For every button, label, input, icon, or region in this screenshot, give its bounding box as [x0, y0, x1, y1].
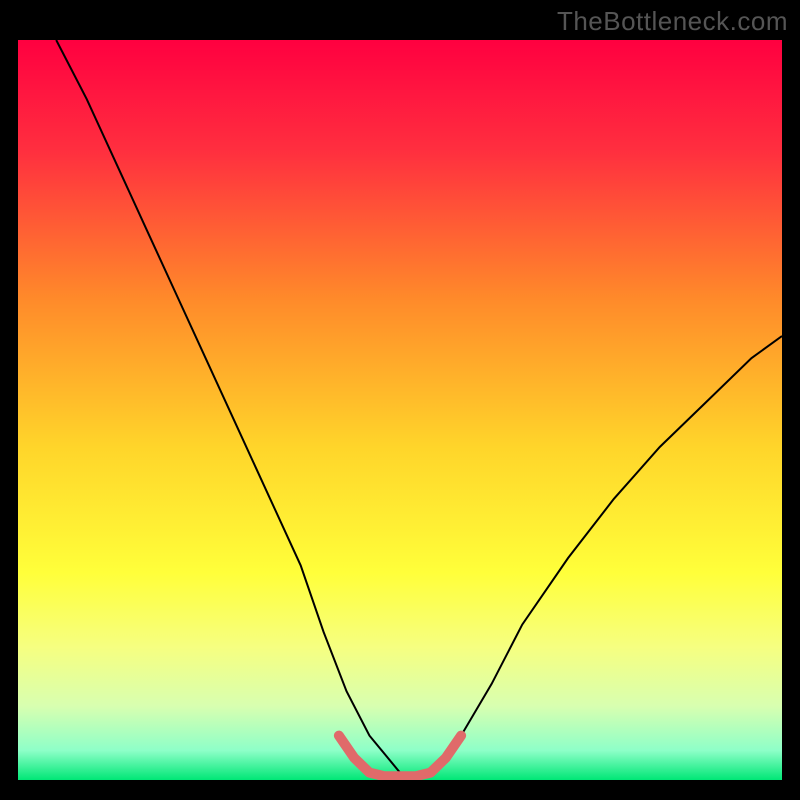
series-bottleneck-curve	[56, 40, 782, 773]
chart-plot	[18, 40, 782, 780]
chart-root: TheBottleneck.com	[0, 0, 800, 800]
series-optimal-zone	[339, 736, 461, 777]
watermark-text: TheBottleneck.com	[557, 6, 788, 37]
chart-frame	[18, 40, 782, 780]
